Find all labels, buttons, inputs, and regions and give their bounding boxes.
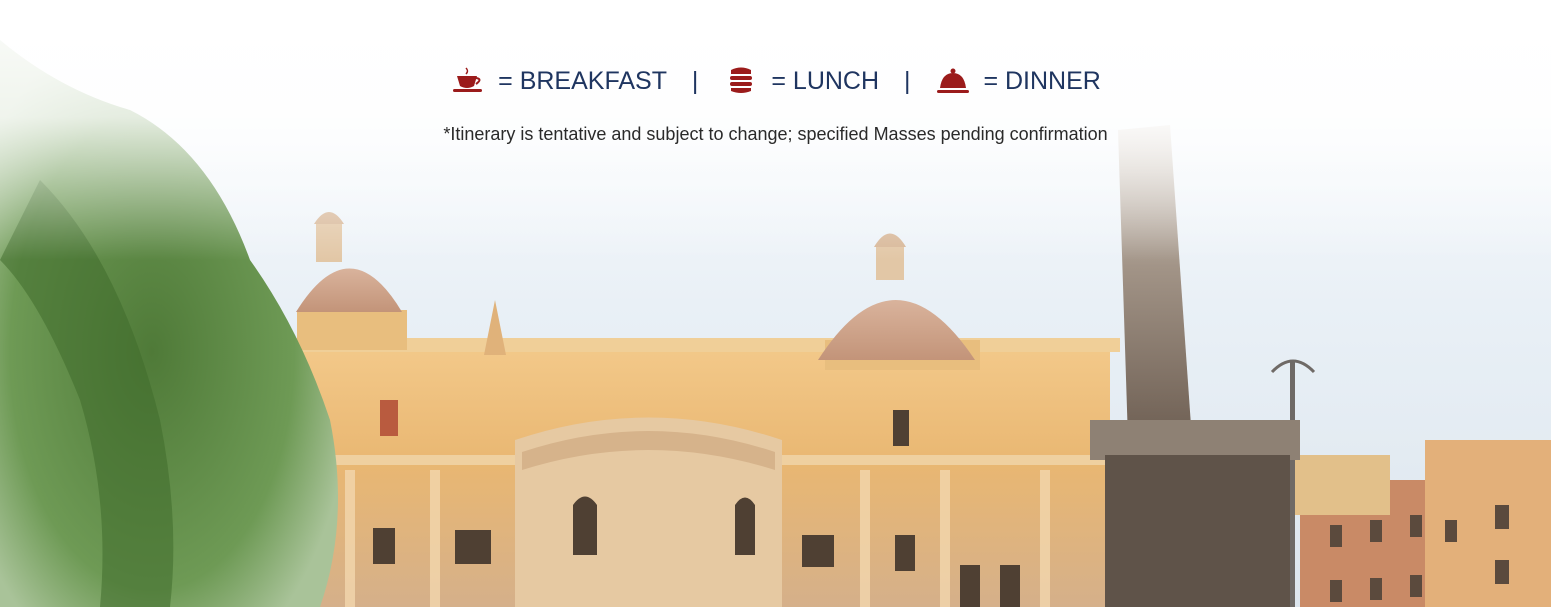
sandwich-icon <box>730 67 753 94</box>
legend-label-dinner: = DINNER <box>983 66 1101 95</box>
itinerary-disclaimer: *Itinerary is tentative and subject to c… <box>443 124 1108 144</box>
legend-label-lunch: = LUNCH <box>771 66 880 95</box>
meal-legend: = BREAKFAST | = LUNCH | = DINNER <box>0 66 1551 96</box>
legend-item-dinner: = DINNER <box>935 66 1101 96</box>
legend-item-lunch: = LUNCH <box>723 66 879 96</box>
coffee-cup-icon <box>453 67 483 93</box>
legend-separator: | <box>691 66 699 95</box>
legend-separator: | <box>904 66 911 95</box>
serving-cloche-icon <box>937 68 970 94</box>
legend-label-breakfast: = BREAKFAST <box>498 66 667 95</box>
legend-item-breakfast: = BREAKFAST <box>450 66 667 96</box>
itinerary-banner: = BREAKFAST | = LUNCH | = DINNER *Itiner… <box>0 0 1551 607</box>
